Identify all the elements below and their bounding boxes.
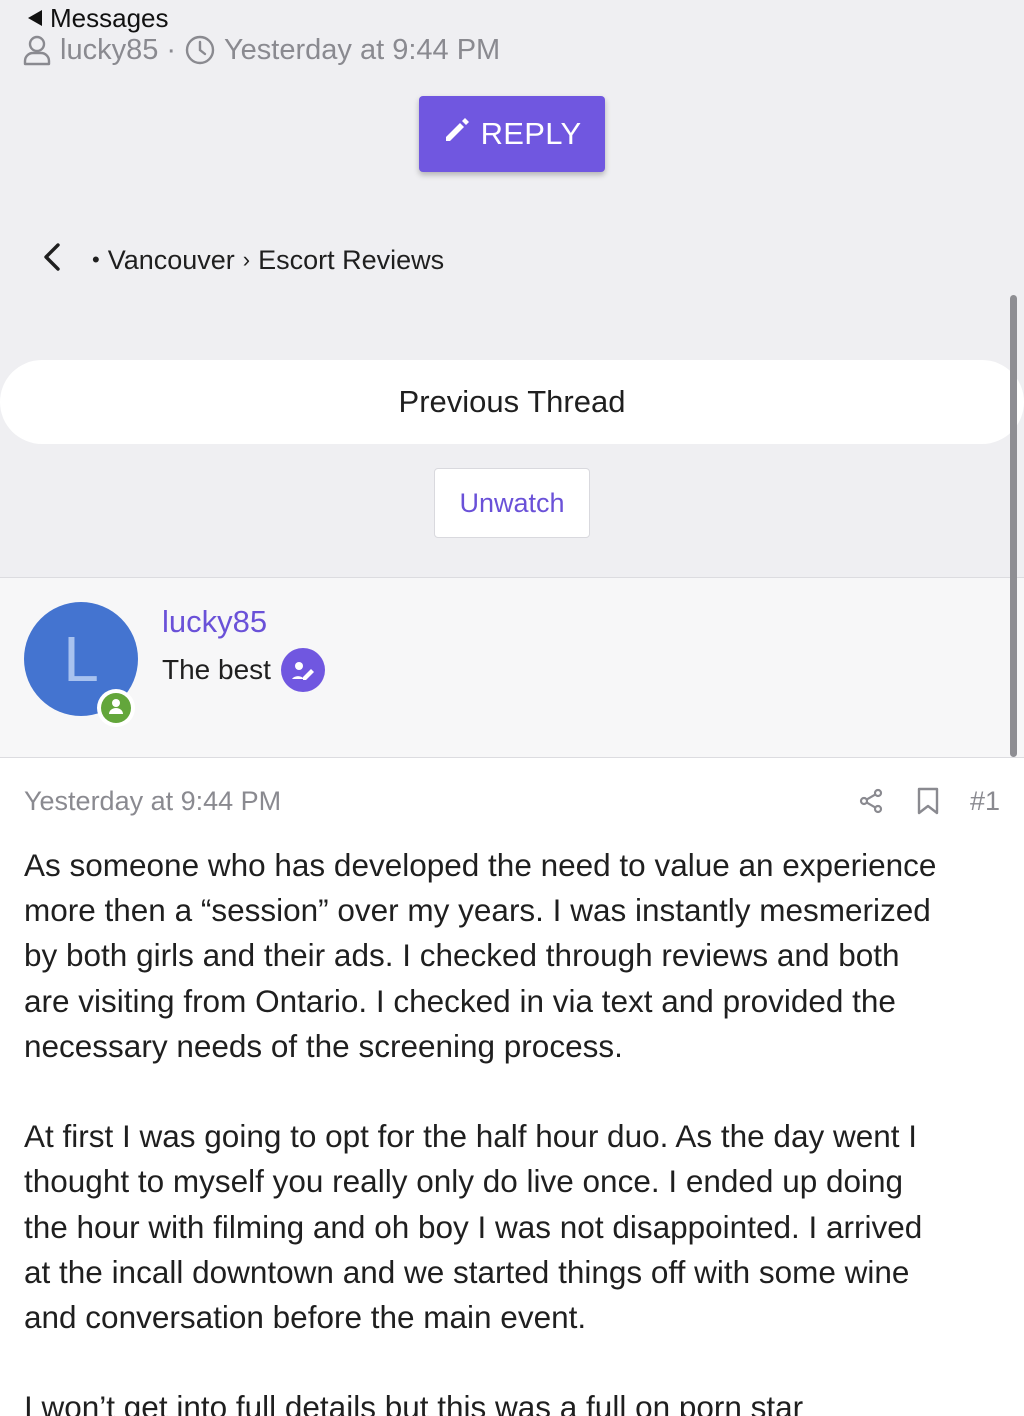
post-actions: #1 — [858, 786, 1000, 817]
unwatch-label: Unwatch — [459, 487, 565, 518]
post-line: the hour with filming and oh boy I was n… — [24, 1208, 923, 1245]
post-paragraph: I won’t get into full details but this w… — [24, 1385, 1004, 1416]
post-username[interactable]: lucky85 — [162, 604, 267, 640]
post-line: are visiting from Ontario. I checked in … — [24, 982, 896, 1019]
user-title: The best — [162, 654, 271, 685]
meta-separator: · — [166, 33, 176, 66]
share-icon[interactable] — [858, 787, 886, 815]
clock-icon — [184, 34, 216, 66]
post-paragraph: As someone who has developed the need to… — [24, 843, 1004, 1069]
post-line: at the incall downtown and we started th… — [24, 1253, 910, 1290]
reply-button[interactable]: REPLY — [419, 96, 605, 172]
post-line: At first I was going to opt for the half… — [24, 1118, 918, 1155]
post-line: As someone who has developed the need to… — [24, 847, 937, 883]
back-triangle-icon — [28, 10, 42, 26]
thread-author[interactable]: lucky85 — [60, 34, 158, 67]
breadcrumb-item-escort-reviews[interactable]: Escort Reviews — [258, 245, 444, 276]
post-user-card: L lucky85 The best — [0, 577, 1024, 758]
breadcrumb-bullet: • — [92, 247, 100, 272]
bookmark-icon[interactable] — [914, 786, 942, 816]
breadcrumb-item-vancouver[interactable]: Vancouver — [108, 245, 235, 276]
online-status-badge — [97, 689, 135, 727]
pencil-icon — [443, 116, 471, 152]
post-body: As someone who has developed the need to… — [24, 843, 1004, 1416]
post-line: more then a “session” over my years. I w… — [24, 892, 931, 929]
page-scrollbar[interactable] — [1010, 295, 1017, 757]
breadcrumb: • Vancouver › Escort Reviews — [40, 240, 444, 280]
post-line: by both girls and their ads. I checked t… — [24, 937, 900, 974]
chevron-left-icon[interactable] — [40, 242, 64, 279]
post-line: and conversation before the main event. — [24, 1299, 587, 1336]
thread-meta: lucky85 · Yesterday at 9:44 PM — [22, 30, 500, 70]
user-edit-badge-icon — [280, 648, 325, 692]
avatar-letter: L — [63, 623, 99, 695]
post-line: thought to myself you really only do liv… — [24, 1163, 904, 1200]
user-title-row: The best — [162, 648, 325, 692]
thread-timestamp[interactable]: Yesterday at 9:44 PM — [224, 34, 500, 67]
post-line: I won’t get into full details but this w… — [24, 1389, 804, 1416]
unwatch-button[interactable]: Unwatch — [434, 468, 590, 538]
post-number-link[interactable]: #1 — [970, 786, 1000, 817]
post-timestamp[interactable]: Yesterday at 9:44 PM — [24, 786, 858, 817]
previous-thread-button[interactable]: Previous Thread — [0, 360, 1024, 444]
post-meta-row: Yesterday at 9:44 PM #1 — [24, 782, 1000, 820]
post-paragraph: At first I was going to opt for the half… — [24, 1114, 1004, 1340]
previous-thread-label: Previous Thread — [398, 384, 626, 419]
user-icon — [22, 34, 52, 66]
online-user-icon — [106, 696, 126, 721]
reply-label: REPLY — [480, 116, 582, 151]
breadcrumb-separator: › — [242, 247, 251, 272]
post-line: necessary needs of the screening process… — [24, 1027, 623, 1064]
